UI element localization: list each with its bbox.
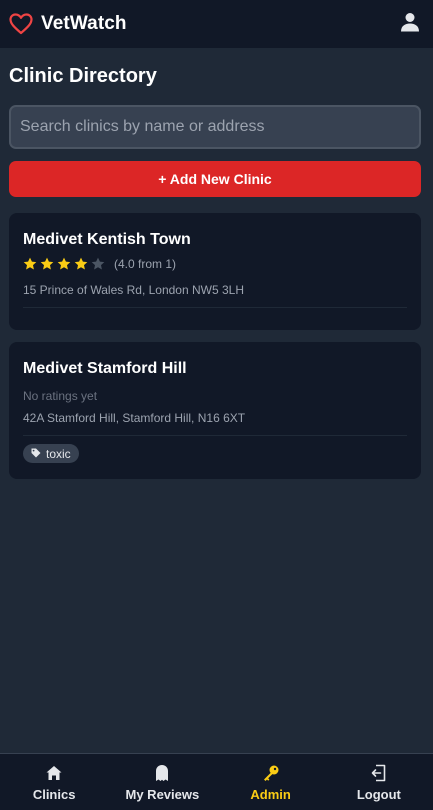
tag-icon [31,447,41,461]
nav-item-admin[interactable]: Admin [217,754,325,810]
app-name: VetWatch [41,13,127,34]
nav-item-logout[interactable]: Logout [325,754,433,810]
star-filled-icon [40,257,54,270]
app-header: VetWatch [0,0,433,48]
star-empty-icon [91,257,105,270]
clinic-card[interactable]: Medivet Kentish Town (4.0 from 1) 15 Pri… [9,213,421,330]
main-content: Clinic Directory + Add New Clinic Medive… [9,48,421,479]
clinic-rating: (4.0 from 1) [23,256,407,272]
clinic-name[interactable]: Medivet Kentish Town [23,230,407,250]
star-filled-icon [23,257,37,270]
tag-chip[interactable]: toxic [23,444,79,463]
nav-item-clinics[interactable]: Clinics [0,754,108,810]
star-filled-icon [57,257,71,270]
bottom-nav: Clinics My Reviews Admin Logout [0,753,433,810]
app-root: VetWatch Clinic Directory + Add New Clin… [0,0,433,810]
divider [23,435,407,436]
no-ratings-text: No ratings yet [23,389,98,403]
nav-label: My Reviews [125,787,200,802]
add-clinic-button[interactable]: + Add New Clinic [9,161,421,197]
nav-label: Clinics [32,787,76,802]
user-icon [400,12,420,37]
star-rating [23,257,105,271]
star-filled-icon [74,257,88,270]
divider [23,307,407,308]
tag-list: toxic [23,444,407,463]
ghost-icon [155,764,169,782]
clinic-address: 15 Prince of Wales Rd, London NW5 3LH [23,283,244,297]
nav-label: Logout [356,787,401,802]
profile-button[interactable] [397,11,423,37]
key-icon [262,764,280,782]
tag-label: toxic [46,446,71,461]
rating-summary: (4.0 from 1) [114,257,177,271]
nav-label: Admin [250,787,291,802]
clinic-address: 42A Stamford Hill, Stamford Hill, N16 6X… [23,411,246,425]
nav-item-my-reviews[interactable]: My Reviews [108,754,216,810]
brand[interactable]: VetWatch [9,13,127,35]
home-icon [46,764,62,782]
clinic-name[interactable]: Medivet Stamford Hill [23,359,407,379]
heart-outline-icon [9,13,33,35]
logout-icon [371,764,387,782]
page-title: Clinic Directory [9,65,157,87]
search-input[interactable] [9,105,421,149]
clinic-card[interactable]: Medivet Stamford Hill No ratings yet 42A… [9,342,421,479]
